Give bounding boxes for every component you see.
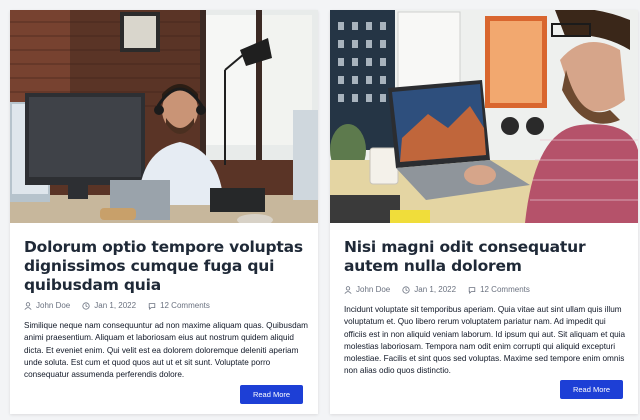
comments-meta: 12 Comments (468, 285, 530, 294)
clock-icon (82, 301, 90, 310)
clock-icon (402, 285, 410, 294)
user-icon (24, 301, 32, 310)
post-excerpt: Incidunt voluptate sit temporibus aperia… (344, 305, 626, 376)
author-meta: John Doe (24, 301, 70, 310)
comment-icon (468, 286, 476, 294)
user-icon (344, 285, 352, 294)
date-meta: Jan 1, 2022 (402, 285, 456, 294)
comments-count[interactable]: 12 Comments (160, 301, 210, 310)
post-title[interactable]: Dolorum optio tempore voluptas dignissim… (24, 238, 308, 295)
post-date: Jan 1, 2022 (94, 301, 137, 310)
author-name[interactable]: John Doe (36, 301, 70, 310)
blog-card: Dolorum optio tempore voluptas dignissim… (10, 10, 318, 414)
comment-icon (148, 302, 156, 310)
author-name[interactable]: John Doe (356, 285, 390, 294)
blog-card: Nisi magni odit consequatur autem nulla … (330, 10, 638, 414)
comments-meta: 12 Comments (148, 301, 210, 310)
post-title[interactable]: Nisi magni odit consequatur autem nulla … (344, 238, 628, 276)
office-man-with-headset-photo (10, 10, 318, 223)
post-image[interactable] (10, 10, 318, 223)
comments-count[interactable]: 12 Comments (480, 285, 530, 294)
post-date: Jan 1, 2022 (414, 285, 457, 294)
read-more-button[interactable]: Read More (560, 380, 623, 399)
date-meta: Jan 1, 2022 (82, 301, 136, 310)
post-meta: John Doe Jan 1, 2022 12 Comments (344, 285, 530, 294)
post-meta: John Doe Jan 1, 2022 12 Comments (24, 301, 210, 310)
man-with-laptop-desk-photo (330, 10, 638, 223)
post-excerpt: Similique neque nam consequuntur ad non … (24, 321, 308, 380)
author-meta: John Doe (344, 285, 390, 294)
read-more-button[interactable]: Read More (240, 385, 303, 404)
post-image[interactable] (330, 10, 638, 223)
